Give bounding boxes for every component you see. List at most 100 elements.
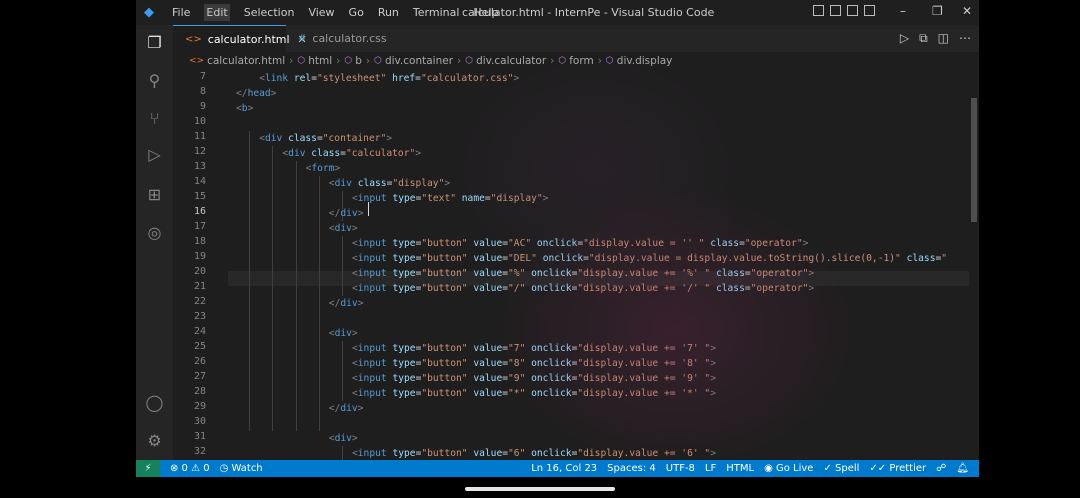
tab-calculator-css[interactable]: # calculator.css [286,25,414,52]
indent-guide [272,146,274,431]
html-file-icon: <> [185,33,202,45]
vscode-logo-icon: ◆ [144,4,154,20]
spell-check[interactable]: ✓ Spell [823,463,859,474]
breadcrumb-item[interactable]: <> calculator.html [189,55,285,67]
element-icon: ⬡ [297,56,306,66]
element-icon: ⬡ [605,56,614,66]
go-live-button[interactable]: ◉ Go Live [764,463,813,474]
editor-tab-bar: <> calculator.html ✕ # calculator.css ▷ … [173,25,979,52]
minimize-icon[interactable]: – [900,4,906,18]
line-number: 10 [193,116,206,127]
tab-calculator-html[interactable]: <> calculator.html ✕ [173,25,307,52]
close-window-icon[interactable]: ✕ [962,4,972,18]
cursor-position[interactable]: Ln 16, Col 23 [531,463,597,474]
breadcrumb-item[interactable]: ⬡ div.container [374,55,453,67]
indent-guide [295,161,297,431]
line-number: 11 [193,131,206,142]
toggle-secondary-sidebar-icon[interactable] [847,5,858,16]
scrollbar-thumb[interactable] [971,98,977,222]
code-line: <form> [305,163,341,174]
code-line: <input type="text" name="display"> [352,193,549,204]
source-control-icon[interactable]: ⑂ [145,109,164,128]
chevron-right-icon: › [457,55,462,67]
open-changes-icon[interactable]: ⧉ [919,31,928,46]
line-number: 25 [193,341,206,352]
remote-explorer-icon[interactable]: ◎ [145,223,164,242]
breadcrumb-item[interactable]: ⬡ b [344,55,362,67]
code-line: <link rel="stylesheet" href="calculator.… [259,73,520,84]
explorer-icon[interactable]: ❐ [145,33,164,52]
problems-indicator[interactable]: ⊗ 0 ⚠ 0 [170,463,210,474]
line-number: 18 [193,236,206,247]
broadcast-icon: ◉ [764,463,776,474]
indent-guide [249,131,251,431]
remote-indicator-icon[interactable]: ⚡ [136,460,160,477]
menu-terminal[interactable]: Terminal [413,6,460,19]
code-line: <b> [236,103,254,114]
code-line: <input type="button" value="DEL" onclick… [352,253,948,264]
code-line: <div> [328,223,358,234]
menu-go[interactable]: Go [349,6,364,19]
toggle-sidebar-icon[interactable] [813,5,824,16]
account-icon[interactable]: ◯ [145,393,164,412]
clock-icon: ◷ [219,463,232,474]
code-line: </head> [236,88,277,99]
element-icon: ⬡ [465,56,474,66]
menu-view[interactable]: View [308,6,334,19]
indent-guide [342,236,343,296]
more-actions-icon[interactable]: ⋯ [959,31,971,46]
extensions-icon[interactable]: ⊞ [145,185,164,204]
html-file-icon: <> [189,56,205,66]
activity-bar: ❐ ⚲ ⑂ ▷ ⊞ ◎ ◯ ⚙ [136,25,173,460]
watch-item[interactable]: ◷ Watch [220,463,263,474]
notifications-bell-icon[interactable]: 🔔︎ [956,463,969,474]
breadcrumb-item[interactable]: ⬡ div.display [606,55,672,67]
line-number: 15 [193,191,206,202]
line-number: 22 [193,296,206,307]
line-number: 13 [193,161,206,172]
code-line: <div class="display"> [328,178,451,189]
encoding[interactable]: UTF-8 [666,463,695,474]
feedback-icon[interactable]: ☍ [936,463,946,474]
chevron-right-icon: › [289,55,294,67]
menu-edit[interactable]: Edit [204,4,230,21]
run-icon[interactable]: ▷ [900,31,909,46]
chevron-right-icon: › [597,55,602,67]
breadcrumb-item[interactable]: ⬡ html [297,55,332,67]
indentation[interactable]: Spaces: 4 [607,463,656,474]
breadcrumb: <> calculator.html › ⬡ html › ⬡ b › ⬡ div.co… [173,52,979,70]
customize-layout-icon[interactable] [864,5,875,16]
line-number: 9 [199,101,206,112]
text-cursor [368,202,369,216]
code-line: <input type="button" value="9" onclick="… [352,373,716,384]
code-line: </div> [328,208,364,219]
code-line: </div> [328,298,364,309]
code-line: <div class="calculator"> [282,148,422,159]
code-line: <input type="button" value="%" onclick="… [352,268,815,279]
chevron-right-icon: › [550,55,555,67]
element-icon: ⬡ [344,56,353,66]
settings-gear-icon[interactable]: ⚙ [145,431,164,450]
indent-guide [342,341,343,401]
split-editor-icon[interactable]: ◫ [938,31,949,46]
menu-file[interactable]: File [172,6,190,19]
line-number: 29 [193,401,206,412]
run-debug-icon[interactable]: ▷ [145,145,164,164]
search-icon[interactable]: ⚲ [145,71,164,90]
restore-icon[interactable]: ❐ [932,4,943,18]
breadcrumb-item[interactable]: ⬡ div.calculator [465,55,546,67]
breadcrumb-item[interactable]: ⬡ form [558,55,593,67]
end-of-line[interactable]: LF [705,463,716,474]
line-number: 31 [193,431,206,442]
line-number: 32 [193,446,206,457]
code-editor[interactable]: <link rel="stylesheet" href="calculator.… [228,70,969,460]
code-line: <div> [328,328,358,339]
language-mode[interactable]: HTML [726,463,754,474]
element-icon: ⬡ [558,56,567,66]
prettier-button[interactable]: ✓✓ Prettier [869,463,926,474]
title-bar: ◆ File Edit Selection View Go Run Termin… [136,0,979,25]
menu-run[interactable]: Run [378,6,399,19]
double-check-icon: ✓✓ [869,463,890,474]
menu-selection[interactable]: Selection [244,6,295,19]
toggle-panel-icon[interactable] [830,5,841,16]
